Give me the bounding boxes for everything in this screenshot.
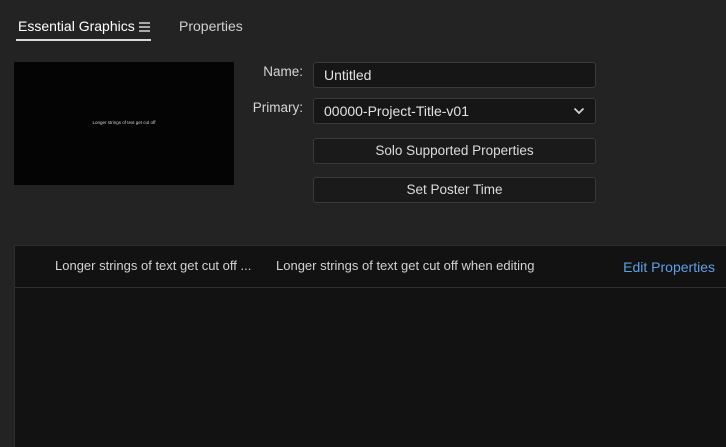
hamburger-menu-icon[interactable] bbox=[139, 22, 150, 32]
edit-properties-link[interactable]: Edit Properties bbox=[623, 259, 715, 275]
primary-dropdown-value: 00000-Project-Title-v01 bbox=[324, 103, 469, 119]
panel-tab-bar: Essential Graphics Properties bbox=[0, 0, 726, 48]
set-poster-time-button[interactable]: Set Poster Time bbox=[313, 177, 596, 203]
name-field[interactable]: Untitled bbox=[313, 62, 596, 88]
preview-text: Longer strings of text get cut off bbox=[92, 120, 156, 125]
graphic-layers-list: Longer strings of text get cut off ... L… bbox=[14, 245, 726, 447]
primary-label: Primary: bbox=[252, 100, 303, 115]
active-tab-indicator bbox=[16, 39, 151, 41]
tab-essential-graphics[interactable]: Essential Graphics bbox=[18, 18, 135, 34]
layer-text-field[interactable]: Longer strings of text get cut off when … bbox=[276, 258, 534, 273]
name-label: Name: bbox=[263, 64, 303, 79]
essential-graphics-panel: Essential Graphics Properties Longer str… bbox=[0, 0, 726, 447]
solo-supported-properties-button[interactable]: Solo Supported Properties bbox=[313, 138, 596, 164]
graphic-preview-thumbnail: Longer strings of text get cut off bbox=[14, 62, 234, 185]
layer-name: Longer strings of text get cut off ... bbox=[55, 258, 252, 273]
primary-dropdown[interactable]: 00000-Project-Title-v01 bbox=[313, 98, 596, 124]
layer-row[interactable]: Longer strings of text get cut off ... L… bbox=[15, 246, 726, 288]
chevron-down-icon bbox=[573, 107, 585, 115]
tab-properties[interactable]: Properties bbox=[179, 18, 243, 34]
